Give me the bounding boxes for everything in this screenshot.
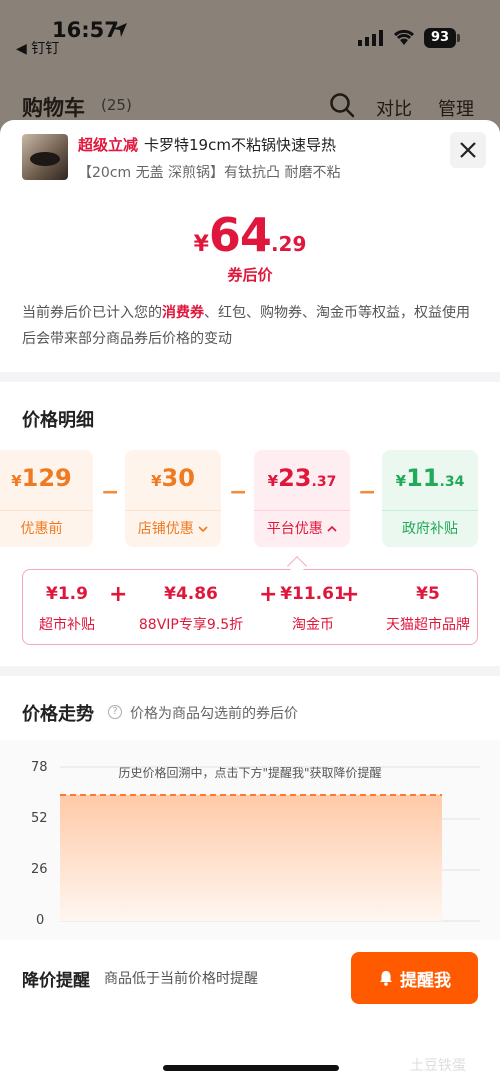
price-note: 当前券后价已计入您的消费券、红包、购物券、淘金币等权益，权益使用后会带来部分商品… bbox=[22, 305, 470, 347]
card-government-subsidy: ¥11.34 政府补贴 bbox=[382, 450, 478, 547]
price-area bbox=[60, 795, 442, 921]
back-to-app-link[interactable]: ◀ 钉钉 bbox=[16, 38, 59, 58]
chevron-down-icon bbox=[198, 526, 208, 533]
platform-discount-breakdown: ¥1.9 超市补贴 + ¥4.86 88VIP专享9.5折 + ¥11.61 淘… bbox=[22, 569, 478, 645]
product-name: 卡罗特19cm不粘锅快速导热 bbox=[144, 136, 336, 154]
product-thumbnail[interactable] bbox=[22, 134, 68, 180]
price-alert-title: 降价提醒 bbox=[22, 971, 90, 991]
cart-title: 购物车 bbox=[22, 96, 85, 120]
consumption-coupon-highlight: 消费券 bbox=[162, 305, 204, 321]
product-title: 超级立减 卡罗特19cm不粘锅快速导热 bbox=[78, 134, 336, 155]
bell-icon bbox=[380, 971, 392, 986]
plus-operator: + bbox=[109, 582, 128, 607]
close-icon bbox=[460, 142, 476, 158]
wifi-icon bbox=[393, 29, 415, 45]
remind-me-button[interactable]: 提醒我 bbox=[351, 952, 478, 1004]
minus-operator: − bbox=[358, 480, 377, 505]
manage-button[interactable]: 管理 bbox=[438, 95, 474, 121]
chevron-up-icon bbox=[327, 525, 337, 532]
price-trend-title: 价格走势 bbox=[22, 704, 94, 725]
search-icon[interactable] bbox=[329, 92, 355, 118]
minus-operator: − bbox=[101, 480, 120, 505]
card-original-price: ¥129 优惠前 bbox=[0, 450, 93, 547]
product-spec: 【20cm 无盖 深煎锅】有钛抗凸 耐磨不粘 bbox=[78, 165, 341, 181]
help-icon[interactable]: ? bbox=[108, 705, 122, 719]
plus-operator: + bbox=[341, 582, 360, 607]
section-divider bbox=[0, 666, 500, 676]
price-trend-desc: 价格为商品勾选前的券后价 bbox=[130, 706, 298, 722]
y-tick-label: 78 bbox=[31, 760, 48, 775]
subsidy-item: ¥1.9 超市补贴 bbox=[39, 584, 95, 633]
battery-tip bbox=[457, 34, 460, 42]
y-tick-label: 52 bbox=[31, 811, 48, 826]
subsidy-item: ¥11.61 淘金币 bbox=[280, 584, 346, 633]
price-detail-title: 价格明细 bbox=[22, 410, 94, 431]
plus-operator: + bbox=[259, 582, 278, 607]
status-time: 16:57 bbox=[52, 18, 119, 42]
cart-count: (25) bbox=[101, 96, 132, 114]
card-platform-discount[interactable]: ¥23.37 平台优惠 bbox=[254, 450, 350, 547]
price-trend-chart: 历史价格回溯中，点击下方"提醒我"获取降价提醒 78 52 26 0 bbox=[0, 740, 500, 940]
signal-icon bbox=[358, 30, 383, 46]
chart-note: 历史价格回溯中，点击下方"提醒我"获取降价提醒 bbox=[118, 766, 382, 780]
y-tick-label: 0 bbox=[36, 913, 45, 928]
y-tick-label: 26 bbox=[31, 862, 48, 877]
status-bar: 16:57 93 bbox=[0, 12, 500, 48]
minus-operator: − bbox=[229, 480, 248, 505]
subsidy-item: ¥4.86 88VIP专享9.5折 bbox=[138, 584, 244, 633]
final-price: ¥64.29 bbox=[193, 208, 307, 262]
subsidy-item: ¥5 天猫超市品牌 bbox=[386, 584, 470, 633]
price-detail-sheet: 超级立减 卡罗特19cm不粘锅快速导热 【20cm 无盖 深煎锅】有钛抗凸 耐磨不… bbox=[0, 120, 500, 1083]
compare-button[interactable]: 对比 bbox=[376, 95, 412, 121]
watermark: 土豆铁蛋 bbox=[410, 1058, 466, 1074]
section-divider bbox=[0, 372, 500, 382]
promo-tag: 超级立减 bbox=[78, 136, 139, 154]
price-alert-desc: 商品低于当前价格时提醒 bbox=[104, 971, 258, 987]
background-cart-page: 16:57 93 ◀ 钉钉 购物车 (25) 对比 管理 bbox=[0, 0, 500, 140]
final-price-label: 券后价 bbox=[227, 266, 273, 284]
location-arrow-icon bbox=[113, 23, 127, 37]
close-button[interactable] bbox=[450, 132, 486, 168]
card-store-discount[interactable]: ¥30 店铺优惠 bbox=[125, 450, 221, 547]
battery-indicator: 93 bbox=[424, 28, 456, 48]
home-indicator[interactable] bbox=[163, 1065, 339, 1071]
